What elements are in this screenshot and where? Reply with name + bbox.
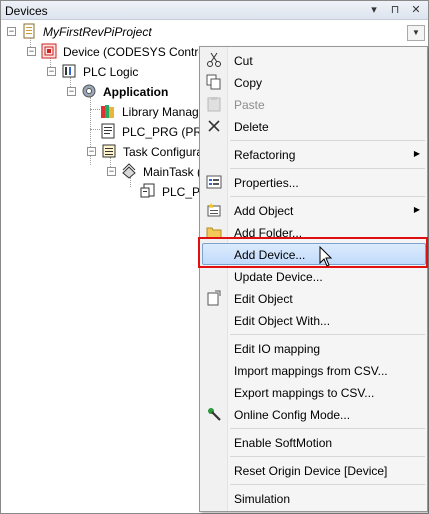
- menu-label: Delete: [234, 120, 269, 134]
- menu-item-edit-object-with[interactable]: Edit Object With...: [202, 309, 426, 331]
- tree-label: MyFirstRevPiProject: [43, 25, 152, 39]
- tree-node-library-manager[interactable]: Library Manager: [100, 103, 209, 121]
- menu-item-delete[interactable]: Delete: [202, 115, 426, 137]
- menu-label: Add Object: [234, 204, 294, 218]
- tree-node-plc-prg-call[interactable]: PLC_PR: [140, 183, 209, 201]
- program-call-icon: [140, 183, 155, 198]
- context-menu: Cut Copy Paste Delete Refactoring ▶ Prop…: [199, 46, 428, 512]
- collapse-icon[interactable]: −: [107, 167, 116, 176]
- menu-label: Paste: [234, 98, 265, 112]
- menu-item-enable-softmotion[interactable]: Enable SoftMotion: [202, 431, 426, 453]
- plc-logic-icon: [62, 64, 76, 78]
- menu-item-simulation[interactable]: Simulation: [202, 487, 426, 509]
- tree-label: Task Configurati: [123, 145, 210, 159]
- menu-separator: [230, 196, 425, 197]
- tree-label: Application: [103, 85, 169, 99]
- copy-icon: [206, 74, 221, 90]
- library-icon: [101, 105, 114, 118]
- collapse-icon[interactable]: −: [87, 147, 96, 156]
- menu-item-properties[interactable]: Properties...: [202, 171, 426, 193]
- menu-item-add-device[interactable]: Add Device...: [202, 243, 426, 265]
- tree-label: Library Manager: [122, 105, 210, 119]
- menu-label: Refactoring: [234, 148, 296, 162]
- menu-separator: [230, 140, 425, 141]
- tree-node-application[interactable]: − Application: [67, 83, 197, 101]
- delete-icon: [208, 120, 220, 132]
- menu-label: Update Device...: [234, 270, 323, 284]
- menu-label: Reset Origin Device [Device]: [234, 464, 388, 478]
- menu-label: Online Config Mode...: [234, 408, 351, 422]
- task-icon: [122, 163, 136, 179]
- submenu-arrow-icon: ▶: [413, 205, 420, 214]
- menu-item-reset-origin-device[interactable]: Reset Origin Device [Device]: [202, 459, 426, 481]
- tree-node-plc-prg[interactable]: PLC_PRG (PRG): [100, 123, 215, 141]
- menu-label: Enable SoftMotion: [234, 436, 333, 450]
- menu-label: Import mappings from CSV...: [234, 364, 388, 378]
- menu-item-edit-io-mapping[interactable]: Edit IO mapping: [202, 337, 426, 359]
- panel-menu-button[interactable]: ▾: [367, 2, 381, 18]
- menu-item-add-object[interactable]: Add Object ▶: [202, 199, 426, 221]
- menu-label: Edit Object: [234, 292, 293, 306]
- tree-node-device[interactable]: − Device (CODESYS Control fo: [27, 43, 221, 61]
- menu-label: Edit Object With...: [234, 314, 331, 328]
- scissors-icon: [207, 52, 221, 67]
- menu-separator: [230, 168, 425, 169]
- menu-label: Simulation: [234, 492, 291, 506]
- folder-icon: [206, 227, 222, 239]
- collapse-icon[interactable]: −: [7, 27, 16, 36]
- tree-node-plc-logic[interactable]: − PLC Logic: [47, 63, 197, 81]
- panel-titlebar: Devices ▾ ⊓ ✕: [1, 1, 428, 20]
- collapse-icon[interactable]: −: [67, 87, 76, 96]
- close-icon[interactable]: ✕: [409, 2, 423, 18]
- menu-item-copy[interactable]: Copy: [202, 71, 426, 93]
- edit-object-icon: [207, 290, 221, 306]
- menu-item-edit-object[interactable]: Edit Object: [202, 287, 426, 309]
- add-object-icon: [207, 203, 221, 217]
- program-icon: [101, 123, 115, 139]
- menu-item-refactoring[interactable]: Refactoring ▶: [202, 143, 426, 165]
- tree-node-task-configuration[interactable]: − Task Configurati: [87, 143, 209, 161]
- menu-separator: [230, 334, 425, 335]
- menu-label: Edit IO mapping: [234, 342, 321, 356]
- menu-label: Cut: [234, 54, 253, 68]
- menu-label: Add Folder...: [234, 226, 303, 240]
- menu-label: Export mappings to CSV...: [234, 386, 375, 400]
- tree-dropdown-button[interactable]: ▼: [407, 25, 425, 41]
- tree-label: PLC Logic: [83, 65, 139, 79]
- menu-separator: [230, 456, 425, 457]
- collapse-icon[interactable]: −: [27, 47, 36, 56]
- mouse-cursor-icon: [319, 246, 333, 267]
- tree-label: Device (CODESYS Control fo: [63, 45, 222, 59]
- menu-separator: [230, 484, 425, 485]
- menu-item-import-mappings[interactable]: Import mappings from CSV...: [202, 359, 426, 381]
- tree-label: MainTask (I: [143, 165, 205, 179]
- menu-item-paste[interactable]: Paste: [202, 93, 426, 115]
- project-icon: [23, 23, 35, 39]
- menu-item-add-folder[interactable]: Add Folder...: [202, 221, 426, 243]
- collapse-icon[interactable]: −: [47, 67, 56, 76]
- menu-item-export-mappings[interactable]: Export mappings to CSV...: [202, 381, 426, 403]
- tree-node-project[interactable]: − MyFirstRevPiProject: [7, 23, 207, 41]
- pin-icon[interactable]: ⊓: [388, 2, 402, 18]
- submenu-arrow-icon: ▶: [413, 149, 420, 158]
- menu-item-online-config-mode[interactable]: Online Config Mode...: [202, 403, 426, 425]
- device-icon: [41, 43, 57, 59]
- online-config-icon: [208, 408, 221, 421]
- menu-separator: [230, 428, 425, 429]
- properties-icon: [206, 175, 222, 189]
- application-gear-icon: [82, 84, 96, 98]
- menu-item-update-device[interactable]: Update Device...: [202, 265, 426, 287]
- menu-label: Copy: [234, 76, 263, 90]
- menu-item-cut[interactable]: Cut: [202, 49, 426, 71]
- task-config-icon: [102, 144, 116, 158]
- paste-icon: [207, 97, 221, 112]
- menu-label: Add Device...: [234, 248, 306, 262]
- panel-title: Devices: [5, 4, 48, 18]
- menu-label: Properties...: [234, 176, 299, 190]
- tree-node-maintask[interactable]: − MainTask (I: [107, 163, 204, 181]
